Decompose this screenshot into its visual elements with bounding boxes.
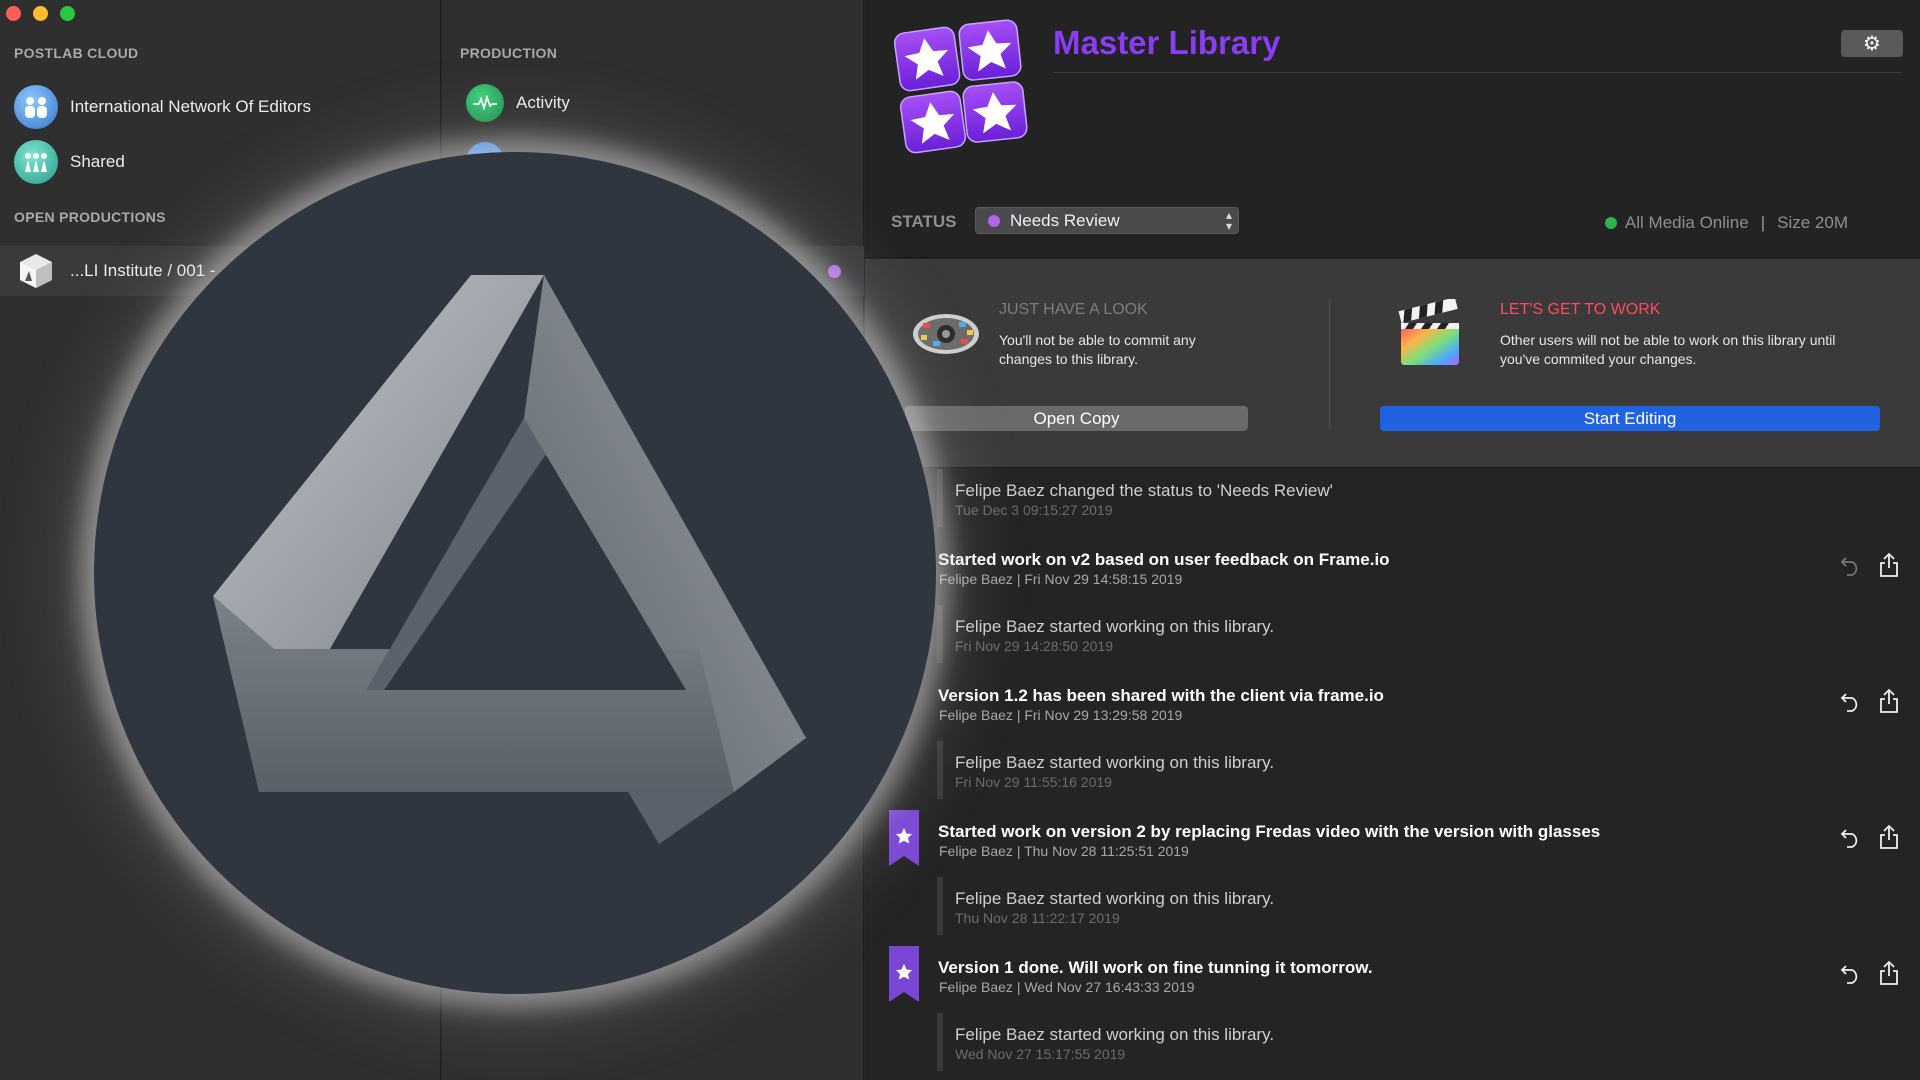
event-text: Felipe Baez started working on this libr…: [955, 1025, 1275, 1044]
commit-meta: Felipe Baez | Fri Nov 29 13:29:58 2019: [939, 707, 1183, 723]
look-option-desc-line2: changes to this library.: [999, 351, 1139, 367]
event-text: Felipe Baez started working on this libr…: [955, 753, 1275, 772]
window-controls: [6, 6, 75, 21]
share-icon[interactable]: [1878, 688, 1900, 714]
media-status: All Media Online: [1624, 213, 1749, 232]
share-icon[interactable]: [1878, 824, 1900, 850]
event-date: Fri Nov 29 11:55:16 2019: [955, 774, 1112, 790]
commit-actions: [1840, 960, 1900, 986]
open-copy-button[interactable]: Open Copy: [905, 406, 1248, 431]
commit-actions: [1840, 688, 1900, 714]
title-divider: [1053, 72, 1901, 73]
list-item: Felipe Baez started working on this libr…: [937, 877, 1867, 935]
share-icon[interactable]: [1878, 552, 1900, 578]
library-detail: Master Library ⚙ STATUS Needs Review ▴ ▾ …: [865, 0, 1920, 1080]
commit-title: Started work on version 2 by replacing F…: [938, 822, 1601, 841]
zoom-window-button[interactable]: [60, 6, 75, 21]
event-date: Thu Nov 28 11:22:17 2019: [955, 910, 1120, 926]
production-item-activity[interactable]: Activity: [466, 84, 570, 122]
settings-button[interactable]: ⚙: [1841, 30, 1903, 57]
list-item: Felipe Baez started working on this libr…: [937, 741, 1867, 799]
commit-title: Started work on v2 based on user feedbac…: [938, 550, 1390, 569]
sidebar-item-international-network[interactable]: International Network Of Editors: [14, 85, 311, 129]
start-editing-button[interactable]: Start Editing: [1380, 406, 1880, 431]
commit-title: Version 1 done. Will work on fine tunnin…: [938, 958, 1373, 977]
postlab-cloud-header: POSTLAB CLOUD: [14, 45, 139, 61]
team-avatar-icon: [14, 85, 58, 129]
final-cut-clapper-icon: [1395, 297, 1465, 374]
work-option-title: LET'S GET TO WORK: [1500, 301, 1661, 318]
event-marker: [937, 605, 943, 663]
commit-row[interactable]: Version 1.2 has been shared with the cli…: [865, 686, 1920, 730]
list-item: Felipe Baez changed the status to 'Needs…: [937, 469, 1867, 527]
commit-meta: Felipe Baez | Fri Nov 29 14:58:15 2019: [939, 571, 1183, 587]
work-option-desc-line1: Other users will not be able to work on …: [1500, 332, 1836, 348]
status-select[interactable]: Needs Review ▴ ▾: [975, 207, 1239, 234]
revert-icon[interactable]: [1840, 960, 1862, 986]
info-separator: |: [1760, 213, 1766, 232]
event-date: Wed Nov 27 15:17:55 2019: [955, 1046, 1126, 1062]
activity-pulse-icon: [466, 84, 504, 122]
revert-icon[interactable]: [1840, 552, 1862, 578]
event-date: Tue Dec 3 09:15:27 2019: [955, 502, 1113, 518]
library-header: Master Library ⚙ STATUS Needs Review ▴ ▾ …: [865, 0, 1920, 258]
status-value: Needs Review: [1010, 210, 1120, 230]
event-text: Felipe Baez started working on this libr…: [955, 617, 1275, 636]
open-options: JUST HAVE A LOOK You'll not be able to c…: [865, 259, 1920, 468]
commit-row[interactable]: Started work on v2 based on user feedbac…: [865, 550, 1920, 594]
commit-row[interactable]: Version 1 done. Will work on fine tunnin…: [865, 946, 1920, 1002]
event-text: Felipe Baez started working on this libr…: [955, 889, 1275, 908]
media-online-indicator: [1604, 217, 1617, 229]
production-header: PRODUCTION: [460, 45, 558, 61]
minimize-window-button[interactable]: [33, 6, 48, 21]
share-icon[interactable]: [1878, 960, 1900, 986]
commit-actions: [1840, 552, 1900, 578]
commit-actions: [1840, 824, 1900, 850]
star-library-icon: [891, 18, 1031, 159]
library-size: Size 20M: [1777, 213, 1848, 232]
sidebar-item-label: International Network Of Editors: [70, 97, 311, 116]
postlab-logo-overlay: [94, 152, 936, 994]
shared-people-icon: [14, 140, 58, 184]
event-marker: [937, 1013, 943, 1071]
library-title: Master Library: [1053, 24, 1281, 61]
production-item-label: Activity: [516, 93, 570, 112]
event-marker: [937, 469, 943, 527]
look-option-desc-line1: You'll not be able to commit any: [999, 332, 1196, 348]
media-info: All Media Online | Size 20M: [1604, 213, 1848, 233]
gear-icon: ⚙: [1863, 33, 1881, 55]
look-option-title: JUST HAVE A LOOK: [999, 301, 1148, 318]
close-window-button[interactable]: [6, 6, 21, 21]
revert-icon[interactable]: [1840, 824, 1862, 850]
penrose-triangle-icon: [213, 275, 806, 844]
work-option-desc-line2: you've commited your changes.: [1500, 351, 1697, 367]
event-date: Fri Nov 29 14:28:50 2019: [955, 638, 1113, 654]
cube-icon: [14, 249, 58, 293]
options-divider: [1329, 299, 1330, 429]
list-item: Felipe Baez started working on this libr…: [937, 605, 1867, 663]
commit-meta: Felipe Baez | Thu Nov 28 11:25:51 2019: [939, 843, 1189, 859]
event-text: Felipe Baez changed the status to 'Needs…: [955, 481, 1333, 500]
commit-title: Version 1.2 has been shared with the cli…: [938, 686, 1384, 705]
status-color-dot: [988, 214, 1000, 227]
revert-icon[interactable]: [1840, 688, 1862, 714]
commit-meta: Felipe Baez | Wed Nov 27 16:43:33 2019: [939, 979, 1195, 995]
event-marker: [937, 741, 943, 799]
list-item: Felipe Baez started working on this libr…: [937, 1013, 1867, 1071]
commit-row[interactable]: Started work on version 2 by replacing F…: [865, 810, 1920, 866]
select-chevron-icon: ▴ ▾: [1225, 208, 1232, 233]
event-marker: [937, 877, 943, 935]
